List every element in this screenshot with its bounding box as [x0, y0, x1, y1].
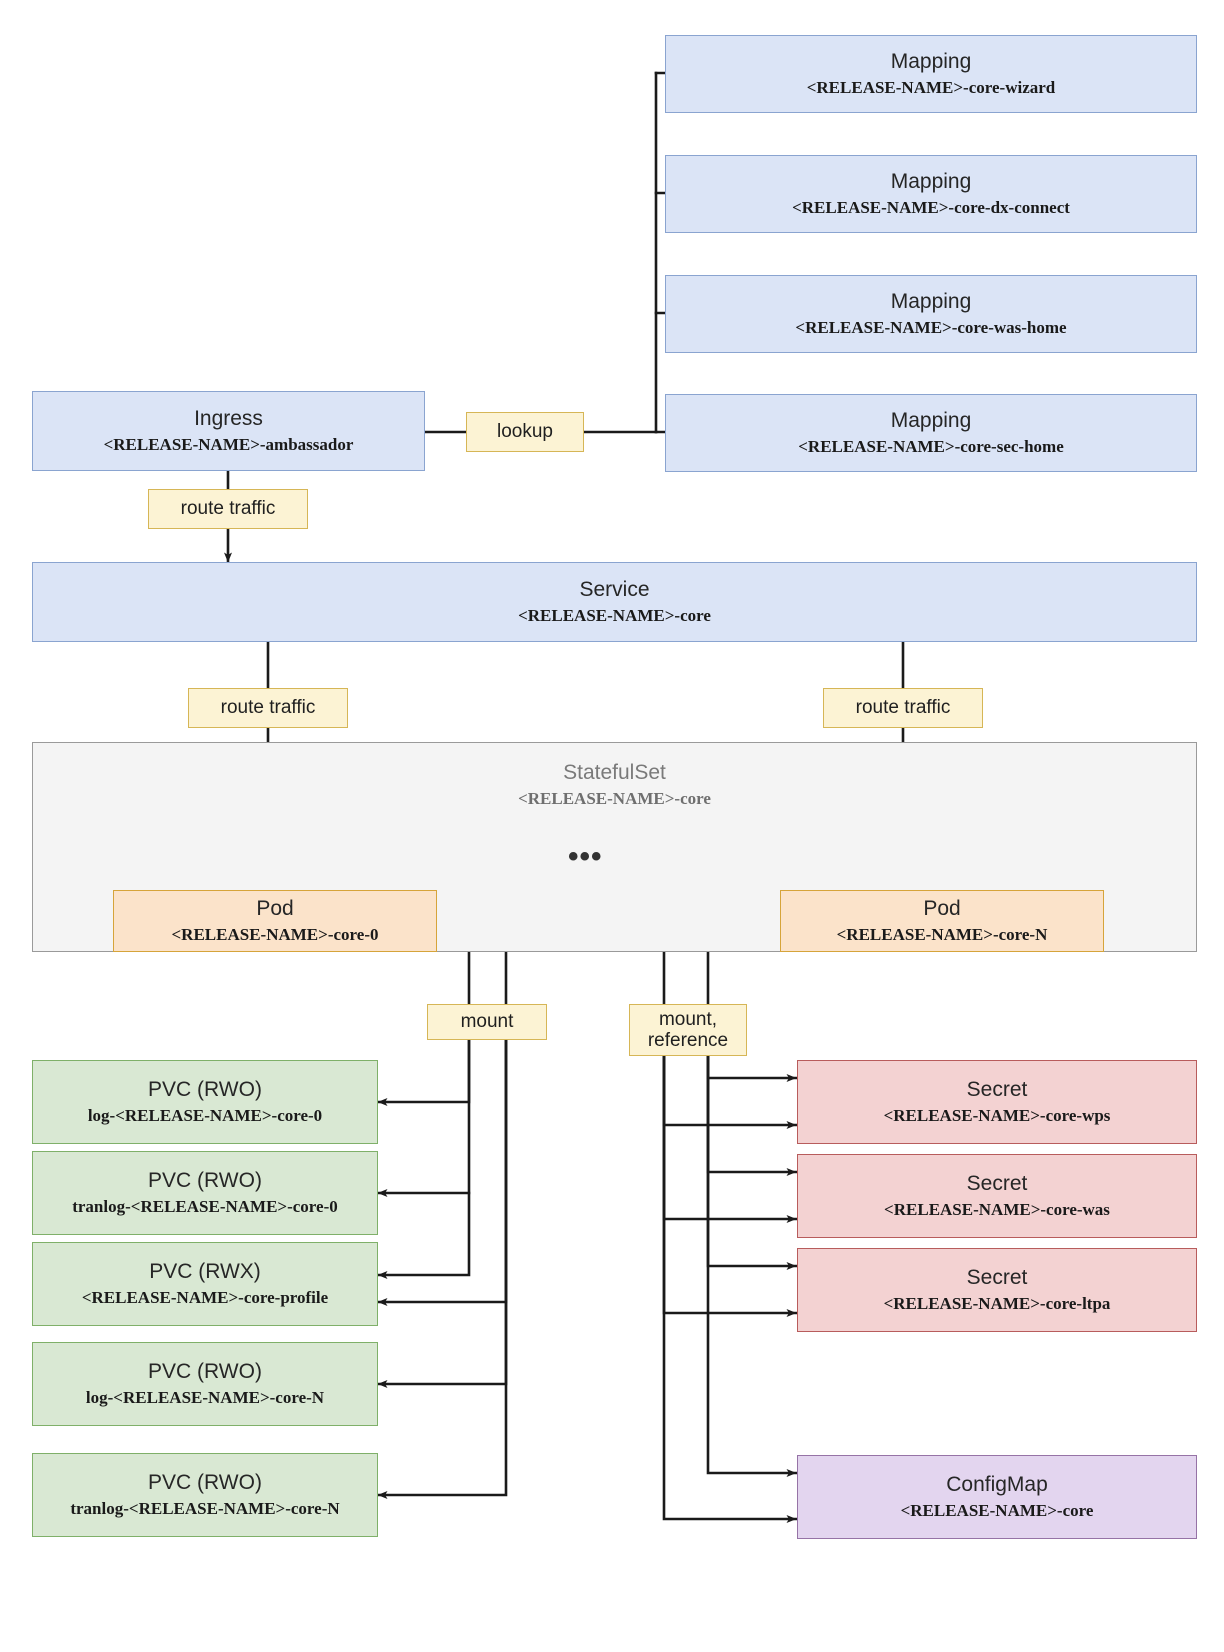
node-name: <RELEASE-NAME>-core [900, 1500, 1094, 1520]
node-title: Ingress [194, 407, 263, 431]
node-title: PVC (RWX) [149, 1260, 261, 1284]
node-title: ConfigMap [946, 1473, 1048, 1497]
mapping-core-wizard[interactable]: Mapping <RELEASE-NAME>-core-wizard [665, 35, 1197, 113]
edge-ref-secret-was-podn [706, 1054, 798, 1176]
statefulset-name: <RELEASE-NAME>-core [518, 789, 711, 808]
edge-ref-secret-wps-podn [706, 1054, 798, 1082]
secret-core-ltpa[interactable]: Secret <RELEASE-NAME>-core-ltpa [797, 1248, 1197, 1332]
node-title: PVC (RWO) [148, 1471, 262, 1495]
node-title: PVC (RWO) [148, 1169, 262, 1193]
edge-ref-secret-wps-pod0 [662, 1054, 798, 1129]
node-title: Pod [923, 897, 961, 921]
node-name: log-<RELEASE-NAME>-core-0 [87, 1105, 323, 1125]
node-name: <RELEASE-NAME>-core-0 [171, 924, 379, 944]
pvc-tranlog-core-0[interactable]: PVC (RWO) tranlog-<RELEASE-NAME>-core-0 [32, 1151, 378, 1235]
node-name: <RELEASE-NAME>-core-profile [81, 1287, 329, 1307]
pvc-core-profile[interactable]: PVC (RWX) <RELEASE-NAME>-core-profile [32, 1242, 378, 1326]
pods-ellipsis: ••• [568, 840, 603, 873]
node-title: Secret [966, 1078, 1028, 1102]
node-name: <RELEASE-NAME>-core-sec-home [798, 436, 1064, 456]
node-title: Mapping [890, 409, 972, 433]
pvc-log-core-n[interactable]: PVC (RWO) log-<RELEASE-NAME>-core-N [32, 1342, 378, 1426]
edge-label-route-traffic-ingress: route traffic [148, 489, 308, 529]
edge-mount-pvc-profile-pod0 [376, 1038, 471, 1279]
node-title: Pod [256, 897, 294, 921]
configmap-core[interactable]: ConfigMap <RELEASE-NAME>-core [797, 1455, 1197, 1539]
node-title: Mapping [890, 50, 972, 74]
node-title: Secret [966, 1266, 1028, 1290]
node-name: <RELEASE-NAME>-core-wps [883, 1105, 1111, 1125]
edge-label-route-traffic-right: route traffic [823, 688, 983, 728]
edge-mount-pvc-profile-podn [376, 1038, 508, 1306]
edge-ref-configmap-pod0 [662, 1054, 798, 1523]
node-title: Service [579, 578, 650, 602]
statefulset-group-label: StatefulSet <RELEASE-NAME>-core [33, 761, 1196, 809]
statefulset-title: StatefulSet [563, 761, 666, 784]
edge-ref-secret-ltpa-podn [706, 1054, 798, 1270]
edge-mount-pvc-tranlog-n [376, 1038, 508, 1499]
node-name: tranlog-<RELEASE-NAME>-core-N [70, 1498, 340, 1518]
node-name: <RELEASE-NAME>-core [518, 605, 711, 625]
node-name: <RELEASE-NAME>-core-was [884, 1199, 1110, 1219]
secret-core-was[interactable]: Secret <RELEASE-NAME>-core-was [797, 1154, 1197, 1238]
node-name: <RELEASE-NAME>-core-was-home [795, 317, 1067, 337]
node-title: PVC (RWO) [148, 1360, 262, 1384]
node-title: Mapping [890, 170, 972, 194]
service-core[interactable]: Service <RELEASE-NAME>-core [32, 562, 1197, 642]
node-name: <RELEASE-NAME>-core-dx-connect [792, 197, 1070, 217]
node-name: <RELEASE-NAME>-core-ltpa [883, 1293, 1111, 1313]
edge-label-lookup: lookup [466, 412, 584, 452]
node-name: <RELEASE-NAME>-ambassador [103, 434, 354, 454]
edge-label-route-traffic-left: route traffic [188, 688, 348, 728]
ingress-ambassador[interactable]: Ingress <RELEASE-NAME>-ambassador [32, 391, 425, 471]
architecture-diagram: StatefulSet <RELEASE-NAME>-core ••• Mapp… [0, 0, 1224, 1652]
edge-mount-pvc-log-n [376, 1038, 508, 1388]
node-title: Secret [966, 1172, 1028, 1196]
edge-label-mount-reference: mount, reference [629, 1004, 747, 1056]
mapping-core-was-home[interactable]: Mapping <RELEASE-NAME>-core-was-home [665, 275, 1197, 353]
edge-ref-secret-ltpa-pod0 [662, 1054, 798, 1317]
secret-core-wps[interactable]: Secret <RELEASE-NAME>-core-wps [797, 1060, 1197, 1144]
pod-core-n[interactable]: Pod <RELEASE-NAME>-core-N [780, 890, 1104, 952]
pvc-log-core-0[interactable]: PVC (RWO) log-<RELEASE-NAME>-core-0 [32, 1060, 378, 1144]
node-name: log-<RELEASE-NAME>-core-N [85, 1387, 325, 1407]
node-name: <RELEASE-NAME>-core-wizard [806, 77, 1056, 97]
mapping-core-sec-home[interactable]: Mapping <RELEASE-NAME>-core-sec-home [665, 394, 1197, 472]
node-title: PVC (RWO) [148, 1078, 262, 1102]
node-title: Mapping [890, 290, 972, 314]
edge-mount-pvc-log-0 [376, 1038, 471, 1106]
mapping-core-dx-connect[interactable]: Mapping <RELEASE-NAME>-core-dx-connect [665, 155, 1197, 233]
node-name: <RELEASE-NAME>-core-N [836, 924, 1048, 944]
edge-ref-secret-was-pod0 [662, 1054, 798, 1223]
pvc-tranlog-core-n[interactable]: PVC (RWO) tranlog-<RELEASE-NAME>-core-N [32, 1453, 378, 1537]
node-name: tranlog-<RELEASE-NAME>-core-0 [72, 1196, 338, 1216]
edge-ref-configmap-podn [706, 1054, 798, 1477]
edge-label-mount: mount [427, 1004, 547, 1040]
pod-core-0[interactable]: Pod <RELEASE-NAME>-core-0 [113, 890, 437, 952]
